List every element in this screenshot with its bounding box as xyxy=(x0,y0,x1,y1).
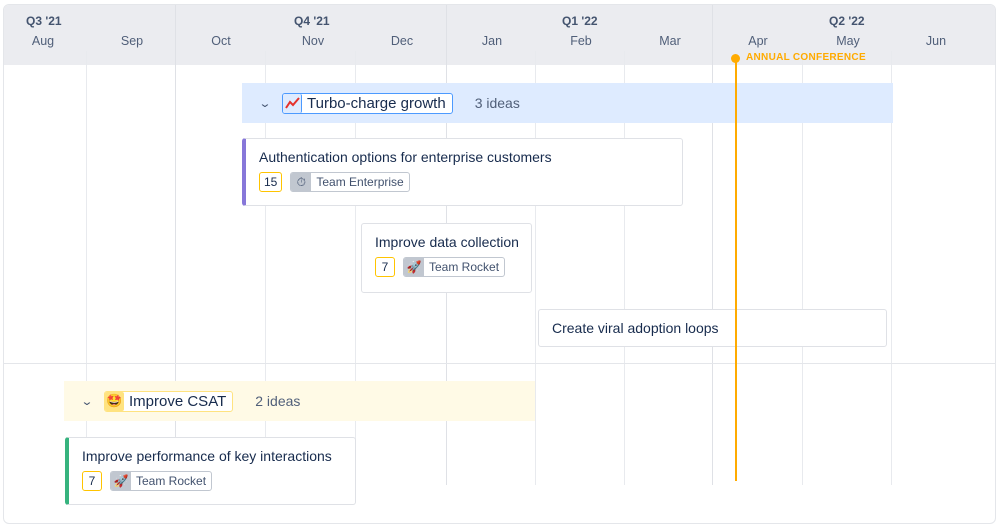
roadmap-timeline: Q3 '21 Q4 '21 Q1 '22 Q2 '22 Aug Sep Oct … xyxy=(3,4,996,524)
month-label: Sep xyxy=(120,34,144,48)
month-label: May xyxy=(836,34,860,48)
stopwatch-icon: ⏱ xyxy=(291,173,312,191)
chevron-down-icon[interactable]: ⌄ xyxy=(77,395,97,408)
idea-title: Authentication options for enterprise cu… xyxy=(259,149,552,165)
month-label: Aug xyxy=(31,34,55,48)
conference-marker-dot[interactable] xyxy=(731,54,740,63)
month-label: Apr xyxy=(748,34,768,48)
group-row-improve-csat[interactable]: ⌄ 🤩 Improve CSAT 2 ideas xyxy=(64,381,535,421)
idea-title: Improve data collection xyxy=(375,234,519,250)
team-label: Team Rocket xyxy=(429,260,500,274)
idea-count: 2 ideas xyxy=(255,393,301,409)
idea-card[interactable]: Improve performance of key interactions … xyxy=(65,437,356,505)
idea-card[interactable]: Authentication options for enterprise cu… xyxy=(242,138,683,206)
team-tag: ⏱ Team Enterprise xyxy=(290,172,410,192)
idea-card[interactable]: Improve data collection 7 🚀 Team Rocket xyxy=(361,223,532,293)
month-label: Feb xyxy=(570,34,592,48)
group-title: Turbo-charge growth xyxy=(307,94,446,112)
quarter-gridline xyxy=(712,5,713,485)
conference-marker-label: ANNUAL CONFERENCE xyxy=(746,52,866,63)
month-label: Jun xyxy=(925,34,947,48)
team-tag: 🚀 Team Rocket xyxy=(403,257,506,277)
month-label: Oct xyxy=(211,34,231,48)
rocket-icon: 🚀 xyxy=(111,472,131,490)
conference-marker-line xyxy=(735,58,737,481)
team-tag: 🚀 Team Rocket xyxy=(110,471,213,491)
quarter-label: Q1 '22 xyxy=(562,14,598,28)
quarter-label: Q2 '22 xyxy=(829,14,865,28)
chevron-down-icon[interactable]: ⌄ xyxy=(255,97,275,110)
team-label: Team Rocket xyxy=(136,474,207,488)
idea-card[interactable]: Create viral adoption loops xyxy=(538,309,887,347)
group-tag[interactable]: 🤩 Improve CSAT xyxy=(104,390,234,412)
quarter-label: Q4 '21 xyxy=(294,14,330,28)
chart-increasing-icon xyxy=(283,93,302,113)
score-badge: 7 xyxy=(375,257,395,277)
group-row-turbo-charge-growth[interactable]: ⌄ Turbo-charge growth 3 ideas xyxy=(242,83,893,123)
score-badge: 7 xyxy=(82,471,102,491)
group-tag[interactable]: Turbo-charge growth xyxy=(282,92,453,114)
idea-title: Improve performance of key interactions xyxy=(82,448,332,464)
group-title: Improve CSAT xyxy=(129,392,227,410)
rocket-icon: 🚀 xyxy=(404,258,424,276)
idea-count: 3 ideas xyxy=(474,95,520,111)
month-label: Dec xyxy=(390,34,414,48)
team-label: Team Enterprise xyxy=(316,175,404,189)
month-label: Nov xyxy=(301,34,325,48)
month-label: Jan xyxy=(481,34,503,48)
score-badge: 15 xyxy=(259,172,283,192)
idea-title: Create viral adoption loops xyxy=(552,320,719,336)
star-struck-face-icon: 🤩 xyxy=(105,391,124,411)
group-divider xyxy=(4,363,995,364)
quarter-label: Q3 '21 xyxy=(26,14,62,28)
month-label: Mar xyxy=(659,34,681,48)
